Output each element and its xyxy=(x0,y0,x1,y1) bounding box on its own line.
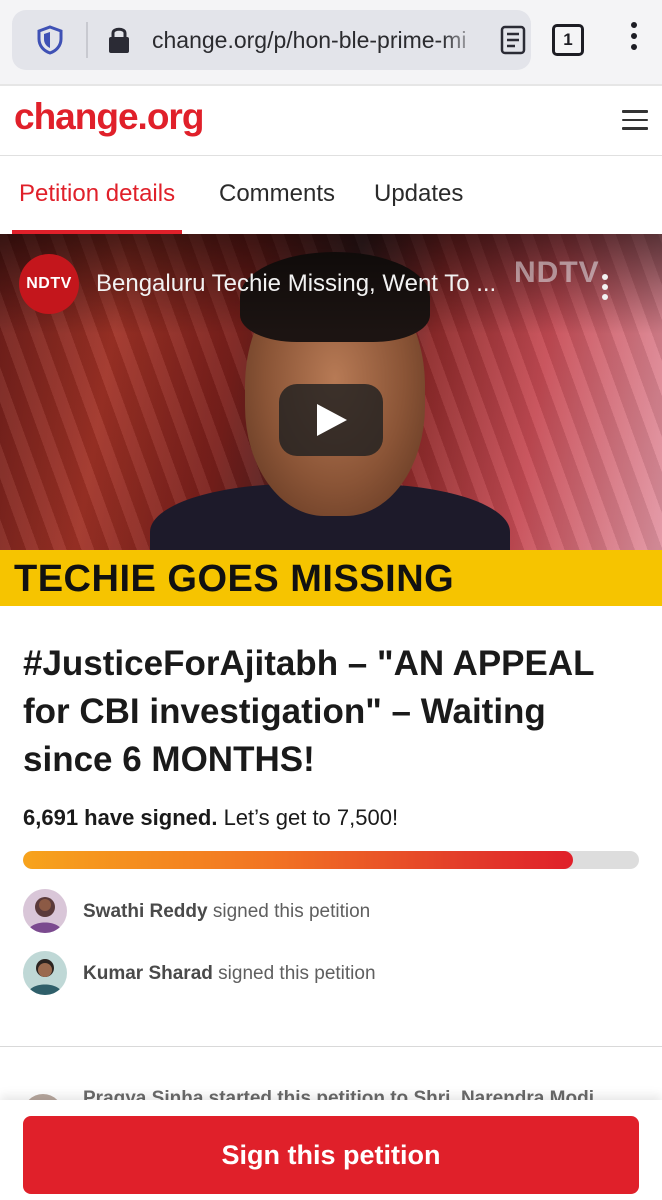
avatar xyxy=(23,951,67,995)
recent-signer: Kumar Sharad signed this petition xyxy=(23,951,623,997)
section-divider xyxy=(0,1046,662,1047)
reader-mode-icon[interactable] xyxy=(499,24,527,56)
lock-icon[interactable] xyxy=(107,24,131,56)
signed-count-text: 6,691 have signed. xyxy=(23,805,218,830)
signer-name[interactable]: Kumar Sharad xyxy=(83,963,213,984)
goal-text: Let’s get to 7,500! xyxy=(223,805,399,830)
petition-tabs: Petition details Comments Updates xyxy=(0,156,662,234)
video-banner-text: TECHIE GOES MISSING xyxy=(14,558,455,600)
signer-text: Kumar Sharad signed this petition xyxy=(83,963,376,985)
browser-toolbar: change.org/p/hon-ble-prime-mi 1 xyxy=(0,0,662,84)
address-bar-divider xyxy=(86,22,88,58)
url-fade xyxy=(442,20,482,60)
shield-icon[interactable] xyxy=(34,24,66,56)
video-more-icon[interactable] xyxy=(598,274,612,310)
video-banner: TECHIE GOES MISSING xyxy=(0,550,662,606)
signer-text: Swathi Reddy signed this petition xyxy=(83,901,370,923)
recent-signer: Swathi Reddy signed this petition xyxy=(23,889,623,935)
tab-updates[interactable]: Updates xyxy=(374,180,463,208)
channel-avatar[interactable]: NDTV xyxy=(19,254,79,314)
signer-name[interactable]: Swathi Reddy xyxy=(83,901,208,922)
site-header: change.org xyxy=(0,84,662,156)
tabs-icon[interactable]: 1 xyxy=(552,24,584,56)
signature-count: 6,691 have signed. Let’s get to 7,500! xyxy=(23,805,398,831)
sign-petition-button[interactable]: Sign this petition xyxy=(23,1116,639,1194)
tab-comments[interactable]: Comments xyxy=(219,180,335,208)
play-icon xyxy=(317,404,347,436)
sticky-cta-bar: Sign this petition xyxy=(0,1100,662,1200)
tab-petition-details[interactable]: Petition details xyxy=(19,180,175,208)
url-text[interactable]: change.org/p/hon-ble-prime-mi xyxy=(152,25,477,55)
signer-action: signed this petition xyxy=(212,901,371,922)
more-vert-icon[interactable] xyxy=(622,22,646,58)
petition-title: #JusticeForAjitabh – "AN APPEAL for CBI … xyxy=(23,644,594,779)
channel-watermark: NDTV xyxy=(514,256,600,289)
signature-progress-bar xyxy=(23,851,639,869)
video-title[interactable]: Bengaluru Techie Missing, Went To ... xyxy=(96,270,566,298)
signature-progress-fill xyxy=(23,851,573,869)
hamburger-icon[interactable] xyxy=(622,110,648,132)
play-button[interactable] xyxy=(279,384,383,456)
video-player[interactable]: NDTV Bengaluru Techie Missing, Went To .… xyxy=(0,234,662,606)
change-org-logo[interactable]: change.org xyxy=(14,96,204,138)
signer-action: signed this petition xyxy=(218,963,376,984)
address-bar[interactable]: change.org/p/hon-ble-prime-mi xyxy=(12,10,531,70)
avatar xyxy=(23,889,67,933)
